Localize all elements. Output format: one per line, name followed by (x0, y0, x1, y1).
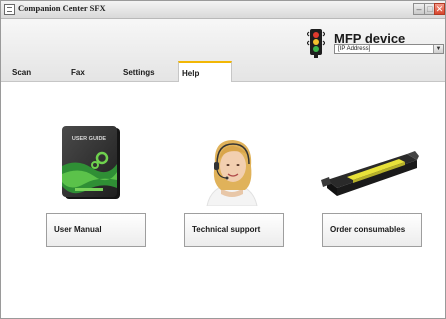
close-icon[interactable]: ✕ (434, 3, 445, 15)
toner-cartridge-image (321, 151, 419, 196)
technical-support-button[interactable]: Technical support (184, 213, 284, 247)
user-manual-button[interactable]: User Manual (46, 213, 146, 247)
tab-fax[interactable]: Fax (68, 64, 120, 81)
tab-scan[interactable]: Scan (9, 64, 64, 81)
title-bar[interactable]: Companion Center SFX – □ ✕ (1, 1, 445, 19)
app-icon[interactable] (4, 4, 15, 15)
user-guide-cover-text: USER GUIDE (72, 136, 107, 142)
traffic-light-icon (307, 29, 325, 58)
dropdown-arrow-icon[interactable]: ▼ (433, 45, 443, 53)
tab-help[interactable]: Help (178, 61, 232, 82)
tab-settings[interactable]: Settings (120, 64, 175, 81)
tab-bar: Scan Fax Settings Help (1, 61, 445, 82)
app-window: Companion Center SFX – □ ✕ MFP device [I… (0, 0, 446, 319)
window-title: Companion Center SFX (18, 3, 106, 13)
help-panel: USER GUIDE User Manual Technical support… (1, 82, 445, 318)
support-agent-image (206, 140, 258, 206)
device-selector-value: [IP Address] (338, 46, 371, 52)
user-guide-book-icon: USER GUIDE (62, 126, 120, 199)
order-consumables-button[interactable]: Order consumables (322, 213, 422, 247)
device-selector[interactable]: [IP Address] ▼ (334, 44, 444, 54)
